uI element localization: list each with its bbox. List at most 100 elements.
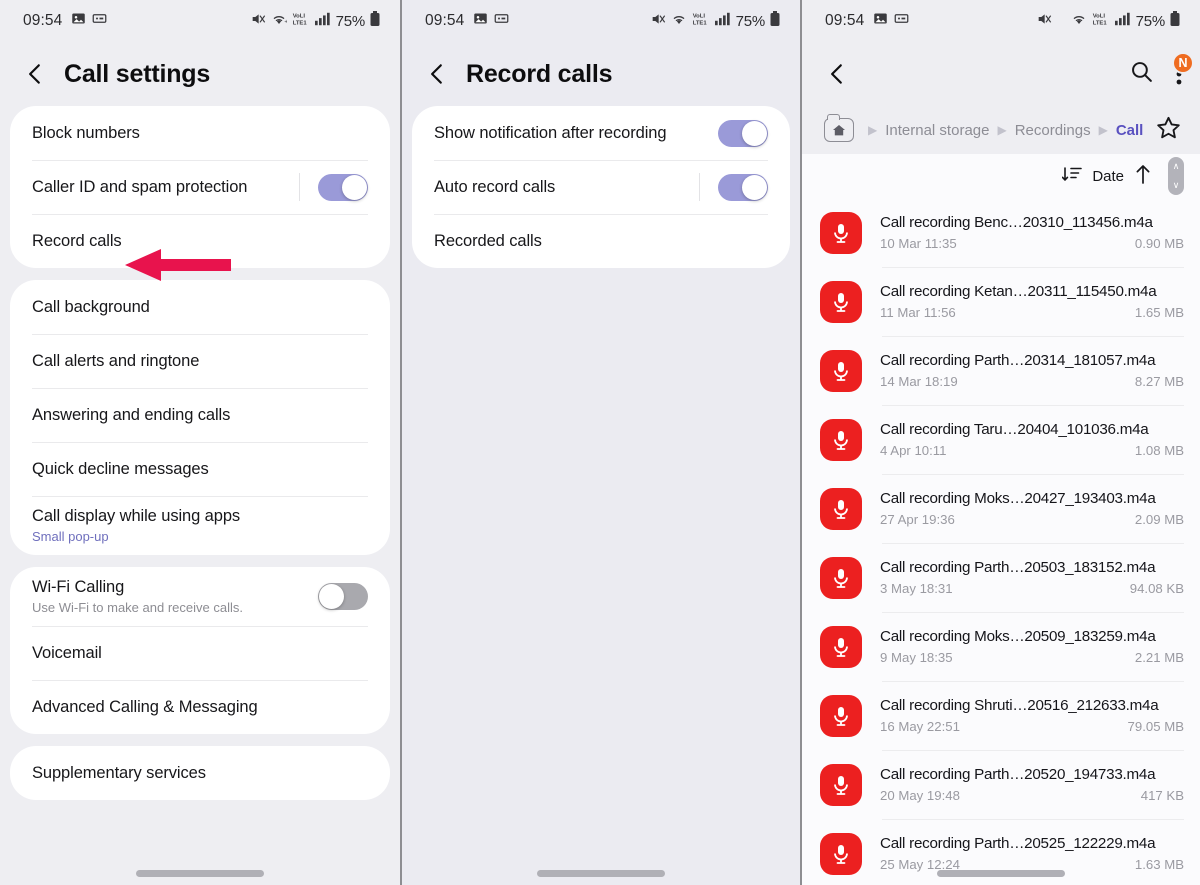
back-chevron-icon[interactable] bbox=[824, 61, 850, 87]
sort-label[interactable]: Date bbox=[1092, 168, 1124, 185]
row-label: Advanced Calling & Messaging bbox=[32, 697, 258, 716]
file-name: Call recording Moks…20509_183259.m4a bbox=[880, 628, 1156, 645]
row-label: Call display while using apps bbox=[32, 507, 241, 525]
home-folder-icon[interactable] bbox=[824, 114, 854, 142]
svg-text:VoLI: VoLI bbox=[692, 13, 705, 19]
status-time: 09:54 bbox=[23, 12, 63, 29]
star-icon[interactable] bbox=[1155, 115, 1182, 145]
setting-row-supplementary[interactable]: Supplementary services bbox=[10, 746, 390, 800]
list-item[interactable]: Call recording Parth…20314_181057.m4a 14… bbox=[802, 336, 1200, 405]
breadcrumb-separator: ▶ bbox=[997, 123, 1007, 137]
status-time: 09:54 bbox=[425, 12, 465, 29]
toggle-auto-record[interactable] bbox=[718, 173, 768, 201]
breadcrumb-recordings[interactable]: Recordings bbox=[1015, 122, 1091, 139]
file-size: 2.21 MB bbox=[1134, 650, 1184, 665]
signal-icon bbox=[714, 12, 731, 31]
settings-group-3: Wi-Fi Calling Use Wi-Fi to make and rece… bbox=[10, 567, 390, 734]
setting-row-advanced-calling[interactable]: Advanced Calling & Messaging bbox=[10, 680, 390, 734]
setting-row-auto-record[interactable]: Auto record calls bbox=[412, 160, 790, 214]
list-item[interactable]: Call recording Parth…20520_194733.m4a 20… bbox=[802, 750, 1200, 819]
otg-icon bbox=[894, 11, 909, 31]
microphone-icon bbox=[820, 349, 862, 392]
setting-row-call-alerts[interactable]: Call alerts and ringtone bbox=[10, 334, 390, 388]
setting-row-caller-id[interactable]: Caller ID and spam protection bbox=[10, 160, 390, 214]
setting-row-quick-decline[interactable]: Quick decline messages bbox=[10, 442, 390, 496]
mute-icon bbox=[1036, 11, 1052, 32]
setting-row-record-calls[interactable]: Record calls bbox=[10, 214, 390, 268]
list-item[interactable]: Call recording Taru…20404_101036.m4a 4 A… bbox=[802, 405, 1200, 474]
row-label: Recorded calls bbox=[434, 231, 542, 250]
home-indicator bbox=[937, 870, 1065, 877]
home-indicator bbox=[136, 870, 264, 877]
microphone-icon bbox=[820, 556, 862, 599]
volte-icon: VoLI LTE1 bbox=[1092, 11, 1110, 32]
search-icon[interactable] bbox=[1129, 59, 1154, 89]
toggle-wifi-calling[interactable] bbox=[318, 583, 368, 610]
file-name: Call recording Parth…20314_181057.m4a bbox=[880, 352, 1156, 369]
battery-icon bbox=[770, 10, 780, 32]
microphone-icon bbox=[820, 832, 862, 875]
file-date: 20 May 19:48 bbox=[880, 788, 960, 803]
battery-percent: 75% bbox=[735, 12, 766, 30]
setting-row-block-numbers[interactable]: Block numbers bbox=[10, 106, 390, 160]
list-item[interactable]: Call recording Benc…20310_113456.m4a 10 … bbox=[802, 198, 1200, 267]
notification-badge: N bbox=[1172, 52, 1194, 74]
header-call-settings: Call settings bbox=[0, 42, 400, 106]
divider bbox=[299, 173, 300, 201]
wifi-icon bbox=[671, 12, 687, 31]
svg-text:VoLI: VoLI bbox=[292, 13, 305, 19]
otg-icon bbox=[92, 11, 107, 31]
svg-text:LTE1: LTE1 bbox=[692, 20, 707, 26]
sort-descending-icon[interactable] bbox=[1062, 165, 1083, 188]
breadcrumb-internal-storage[interactable]: Internal storage bbox=[885, 122, 989, 139]
image-icon bbox=[473, 11, 488, 31]
list-item[interactable]: Call recording Moks…20509_183259.m4a 9 M… bbox=[802, 612, 1200, 681]
setting-row-wifi-calling[interactable]: Wi-Fi Calling Use Wi-Fi to make and rece… bbox=[10, 567, 390, 626]
file-size: 1.65 MB bbox=[1134, 305, 1184, 320]
file-date: 4 Apr 10:11 bbox=[880, 443, 947, 458]
file-name: Call recording Benc…20310_113456.m4a bbox=[880, 214, 1153, 231]
list-item[interactable]: Call recording Moks…20427_193403.m4a 27 … bbox=[802, 474, 1200, 543]
back-chevron-icon[interactable] bbox=[22, 61, 48, 87]
setting-row-call-display[interactable]: Call display while using apps Small pop-… bbox=[10, 496, 390, 555]
file-size: 8.27 MB bbox=[1134, 374, 1184, 389]
setting-row-show-notification[interactable]: Show notification after recording bbox=[412, 106, 790, 160]
file-date: 3 May 18:31 bbox=[880, 581, 953, 596]
file-date: 11 Mar 11:56 bbox=[880, 305, 956, 320]
list-item[interactable]: Call recording Shruti…20516_212633.m4a 1… bbox=[802, 681, 1200, 750]
battery-percent: 75% bbox=[335, 12, 366, 30]
list-item[interactable]: Call recording Ketan…20311_115450.m4a 11… bbox=[802, 267, 1200, 336]
panel-record-calls: 09:54 VoLI LTE1 75% Record calls Show no… bbox=[400, 0, 800, 885]
file-size: 417 KB bbox=[1140, 788, 1184, 803]
sort-bar: Date ∧ ∨ bbox=[802, 154, 1200, 198]
setting-row-recorded-calls[interactable]: Recorded calls bbox=[412, 214, 790, 268]
list-item[interactable]: Call recording Parth…20503_183152.m4a 3 … bbox=[802, 543, 1200, 612]
panel-file-manager: 09:54 VoLI LTE1 75% N ▶ Internal storage… bbox=[800, 0, 1200, 885]
signal-icon bbox=[1114, 12, 1131, 31]
setting-row-answering-ending[interactable]: Answering and ending calls bbox=[10, 388, 390, 442]
volte-icon: VoLI LTE1 bbox=[692, 11, 710, 32]
image-icon bbox=[71, 11, 86, 31]
breadcrumb-call[interactable]: Call bbox=[1116, 122, 1144, 139]
toggle-knob bbox=[742, 174, 767, 200]
arrow-up-icon[interactable] bbox=[1134, 163, 1152, 190]
breadcrumb: ▶ Internal storage ▶ Recordings ▶ Call bbox=[802, 106, 1200, 154]
setting-row-call-background[interactable]: Call background bbox=[10, 280, 390, 334]
setting-row-voicemail[interactable]: Voicemail bbox=[10, 626, 390, 680]
toggle-show-notification[interactable] bbox=[718, 119, 768, 147]
scrollbar-thumb[interactable]: ∧ ∨ bbox=[1168, 157, 1184, 195]
back-chevron-icon[interactable] bbox=[424, 61, 450, 87]
svg-text:LTE1: LTE1 bbox=[292, 20, 307, 26]
toggle-caller-id[interactable] bbox=[318, 173, 368, 201]
row-label: Quick decline messages bbox=[32, 459, 209, 478]
row-label: Caller ID and spam protection bbox=[32, 177, 248, 196]
status-bar-right: 09:54 VoLI LTE1 75% bbox=[802, 0, 1200, 42]
file-date: 9 May 18:35 bbox=[880, 650, 953, 665]
file-name: Call recording Ketan…20311_115450.m4a bbox=[880, 283, 1157, 300]
file-size: 79.05 MB bbox=[1127, 719, 1184, 734]
file-name: Call recording Parth…20503_183152.m4a bbox=[880, 559, 1156, 576]
row-label: Supplementary services bbox=[32, 763, 206, 782]
svg-text:+: + bbox=[284, 19, 287, 25]
more-options-icon[interactable]: N bbox=[1172, 52, 1194, 87]
toggle-knob bbox=[742, 120, 767, 146]
